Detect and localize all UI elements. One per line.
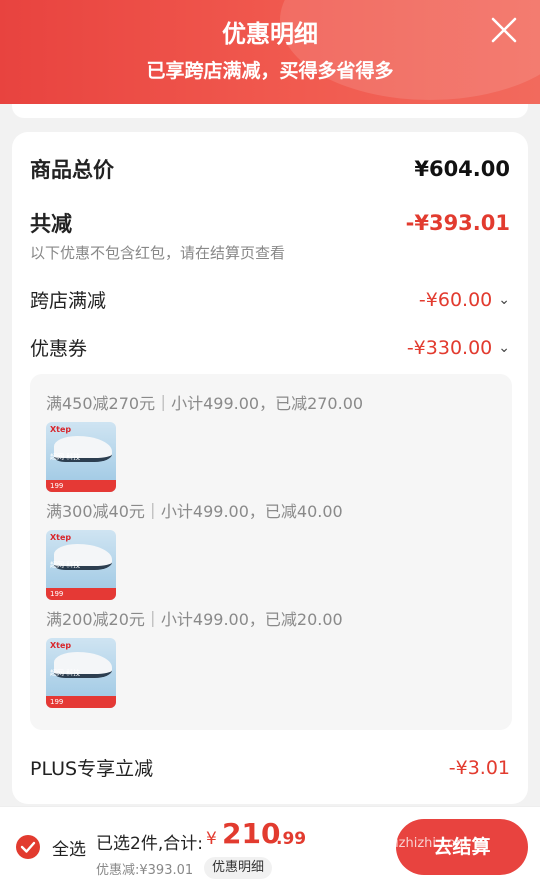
card-edge bbox=[12, 104, 528, 118]
cross-store-row[interactable]: 跨店满减 -¥60.00 ⌄ bbox=[30, 286, 510, 313]
select-all-label[interactable]: 全选 bbox=[52, 835, 86, 860]
reduce-label: 共减 bbox=[30, 212, 72, 236]
coupon-rule: 满450减270元｜小计499.00，已减270.00 bbox=[46, 394, 364, 413]
brand-logo: Xtep bbox=[50, 641, 72, 650]
discount-detail-button[interactable]: 优惠明细 bbox=[204, 857, 273, 879]
product-thumbnail[interactable]: Xtep 超网 科技 199 bbox=[46, 638, 116, 708]
plus-value: -¥3.01 bbox=[448, 756, 510, 779]
total-row: 商品总价 ¥604.00 bbox=[30, 154, 510, 184]
coupon-label: 优惠券 bbox=[30, 338, 88, 360]
thumb-caption: 超网 科技 bbox=[50, 669, 81, 677]
page-subtitle: 已享跨店满减，买得多省得多 bbox=[146, 60, 394, 82]
coupon-rule: 满200减20元｜小计499.00，已减20.00 bbox=[46, 610, 343, 629]
cross-store-label: 跨店满减 bbox=[30, 290, 107, 312]
thumb-caption: 超网 科技 bbox=[50, 453, 81, 461]
plus-label: PLUS专享立减 bbox=[30, 758, 154, 780]
product-thumbnail[interactable]: Xtep 超网 科技 199 bbox=[46, 530, 116, 600]
chevron-down-icon[interactable]: ⌄ bbox=[498, 340, 510, 356]
total-amount-decimal: .99 bbox=[276, 829, 307, 849]
currency-symbol: ¥ bbox=[206, 829, 217, 849]
chevron-down-icon[interactable]: ⌄ bbox=[498, 292, 510, 308]
watermark: zhizhizhi.com bbox=[380, 836, 468, 851]
reduce-value: -¥393.01 bbox=[405, 211, 510, 235]
select-all-checkbox[interactable] bbox=[16, 835, 40, 859]
previous-card-edge bbox=[0, 104, 540, 122]
cross-store-value-wrap: -¥60.00 ⌄ bbox=[419, 289, 510, 311]
total-label: 商品总价 bbox=[30, 158, 114, 182]
product-thumbnail[interactable]: Xtep 超网 科技 199 bbox=[46, 422, 116, 492]
thumb-caption: 超网 科技 bbox=[50, 561, 81, 569]
header: 优惠明细 已享跨店满减，买得多省得多 bbox=[0, 0, 540, 104]
redpacket-note: 以下优惠不包含红包，请在结算页查看 bbox=[30, 244, 286, 262]
close-icon[interactable] bbox=[490, 16, 518, 44]
discount-detail-card: 商品总价 ¥604.00 共减 -¥393.01 以下优惠不包含红包，请在结算页… bbox=[12, 132, 528, 804]
total-value: ¥604.00 bbox=[414, 157, 510, 181]
total-amount-integer: 210 bbox=[222, 817, 281, 850]
check-icon bbox=[20, 841, 36, 853]
thumb-price: 199 bbox=[46, 480, 116, 492]
cross-store-value: -¥60.00 bbox=[418, 288, 493, 311]
plus-row: PLUS专享立减 -¥3.01 bbox=[30, 754, 510, 781]
coupon-value-wrap: -¥330.00 ⌄ bbox=[407, 337, 510, 359]
brand-logo: Xtep bbox=[50, 533, 72, 542]
brand-logo: Xtep bbox=[50, 425, 72, 434]
thumb-price: 199 bbox=[46, 588, 116, 600]
page-title: 优惠明细 bbox=[222, 20, 318, 48]
selected-count: 已选2件,合计: bbox=[96, 834, 203, 854]
coupon-row[interactable]: 优惠券 -¥330.00 ⌄ bbox=[30, 334, 510, 361]
coupon-value: -¥330.00 bbox=[406, 336, 493, 359]
thumb-price: 199 bbox=[46, 696, 116, 708]
discount-summary: 优惠减:¥393.01 bbox=[96, 863, 194, 878]
coupon-rule: 满300减40元｜小计499.00，已减40.00 bbox=[46, 502, 343, 521]
reduce-row: 共减 -¥393.01 bbox=[30, 208, 510, 238]
coupon-breakdown: 满450减270元｜小计499.00，已减270.00 Xtep 超网 科技 1… bbox=[30, 374, 512, 730]
